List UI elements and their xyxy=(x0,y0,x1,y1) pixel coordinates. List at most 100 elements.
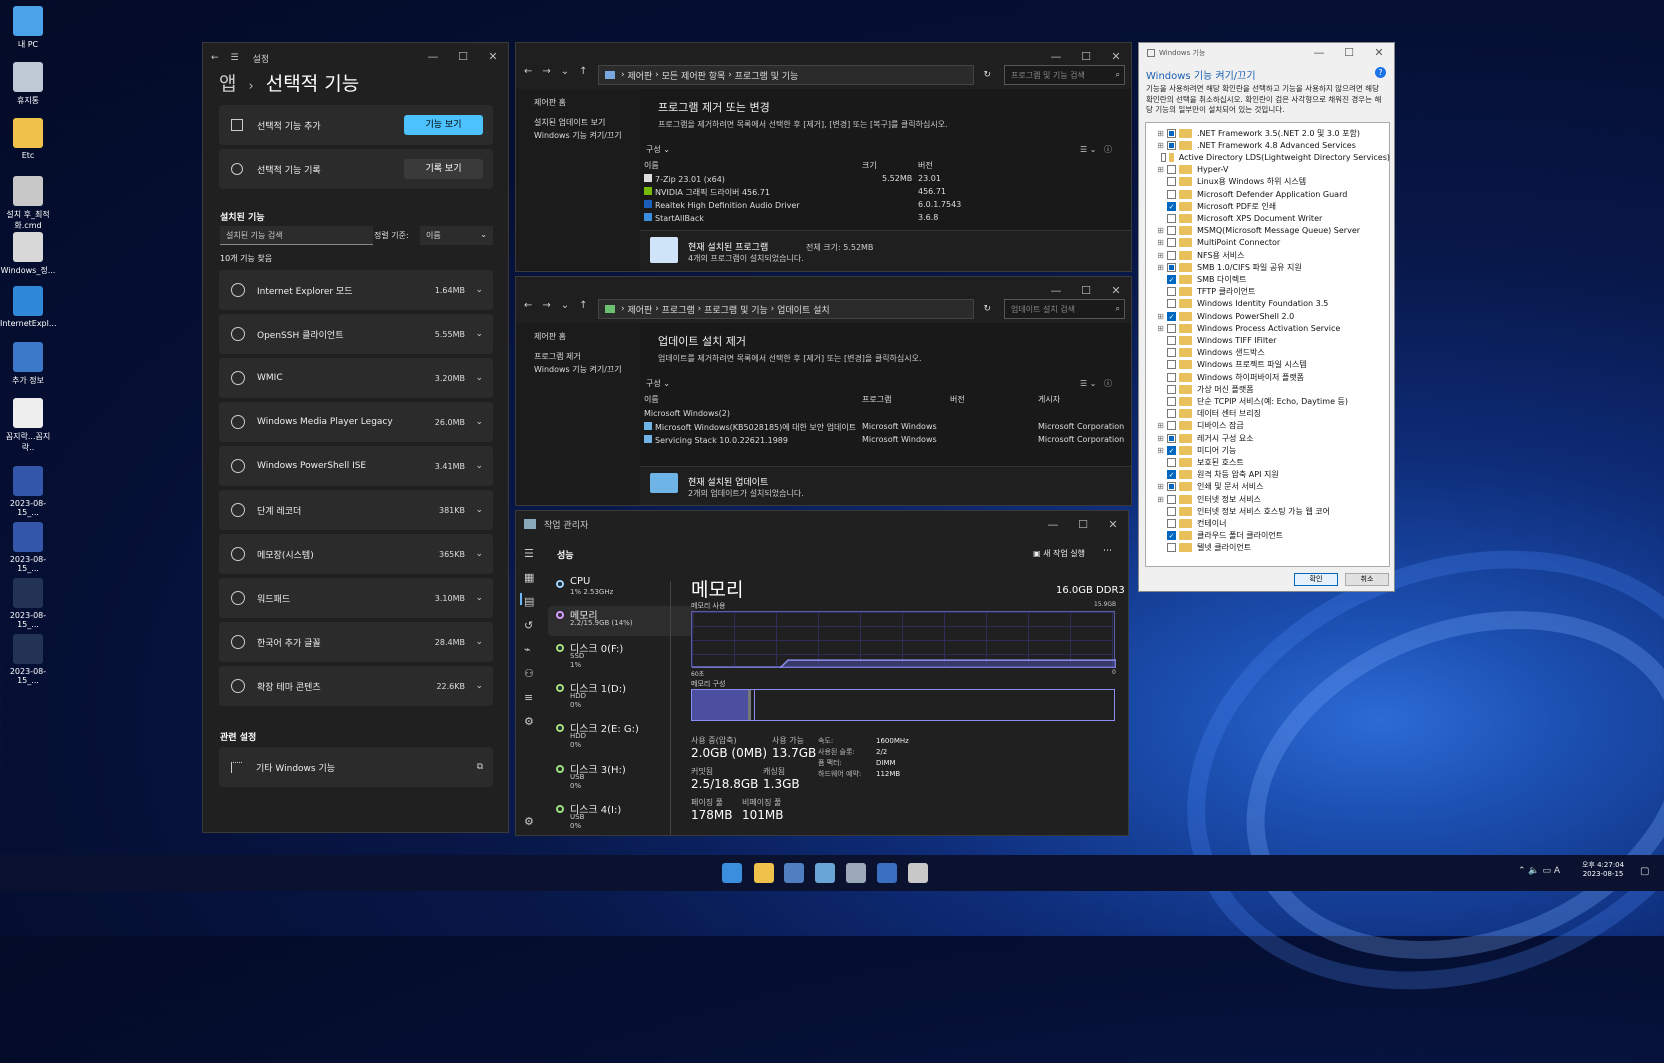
settings-taskbar-icon[interactable] xyxy=(846,863,866,883)
feature-tree-item[interactable]: 컨테이너 xyxy=(1156,517,1390,529)
expand-icon[interactable]: ⊞ xyxy=(1156,324,1165,333)
feature-checkbox[interactable] xyxy=(1167,226,1176,236)
expand-icon[interactable]: ⊞ xyxy=(1156,165,1165,174)
feature-checkbox[interactable] xyxy=(1161,152,1166,162)
view-features-button[interactable]: 기능 보기 xyxy=(404,115,483,135)
organize-menu[interactable]: 구성 ⌄ xyxy=(646,378,670,389)
feature-checkbox[interactable] xyxy=(1167,433,1176,443)
close-button[interactable]: ✕ xyxy=(1098,511,1128,537)
feature-tree-item[interactable]: ⊞ 레거시 구성 요소 xyxy=(1156,432,1390,444)
crumb[interactable]: 프로그램 및 기능 xyxy=(735,69,799,82)
crumb[interactable]: 업데이트 설치 xyxy=(777,303,830,316)
feature-checkbox[interactable]: ✓ xyxy=(1167,445,1176,455)
perf-item[interactable]: CPU 1% 2.53GHz xyxy=(548,575,694,605)
column-size[interactable]: 크기 xyxy=(862,160,877,171)
feature-tree-item[interactable]: 단순 TCPIP 서비스(예: Echo, Daytime 등) xyxy=(1156,395,1390,407)
minimize-button[interactable]: — xyxy=(1038,511,1068,537)
expand-icon[interactable]: ⊞ xyxy=(1156,263,1165,272)
chevron-down-icon[interactable]: ⌄ xyxy=(475,505,483,515)
installed-search-input[interactable]: 설치된 기능 검색 xyxy=(220,226,373,245)
feature-tree-item[interactable]: TFTP 클라이언트 xyxy=(1156,286,1390,298)
feature-checkbox[interactable] xyxy=(1167,396,1176,406)
expand-icon[interactable]: ⊞ xyxy=(1156,434,1165,443)
start-icon[interactable] xyxy=(722,863,742,883)
feature-checkbox[interactable]: ✓ xyxy=(1167,201,1176,211)
expand-icon[interactable]: ⊞ xyxy=(1156,141,1165,150)
feature-checkbox[interactable] xyxy=(1167,348,1176,358)
view-history-button[interactable]: 기록 보기 xyxy=(404,159,483,179)
desktop-icon[interactable]: 2023-08-15_... xyxy=(0,466,56,517)
chevron-down-icon[interactable]: ⌄ xyxy=(475,681,483,691)
sidebar-link-home[interactable]: 제어판 홈 xyxy=(534,97,566,108)
feature-tree-item[interactable]: ⊞ MultiPoint Connector xyxy=(1156,237,1390,249)
feature-checkbox[interactable] xyxy=(1167,494,1176,504)
chevron-down-icon[interactable]: ⌄ xyxy=(475,593,483,603)
feature-checkbox[interactable] xyxy=(1167,299,1176,309)
features-taskbar-icon[interactable] xyxy=(908,863,928,883)
hamburger-icon[interactable]: ☰ xyxy=(524,547,534,560)
file-explorer-icon[interactable] xyxy=(754,863,774,883)
installed-feature-item[interactable]: 한국어 추가 글꼴 28.4MB ⌄ xyxy=(219,622,493,662)
other-windows-features-link[interactable]: 기타 Windows 기능 ⧉ xyxy=(219,747,493,787)
sidebar-link-features[interactable]: Windows 기능 켜기/끄기 xyxy=(534,130,622,141)
installed-feature-item[interactable]: OpenSSH 클라이언트 5.55MB ⌄ xyxy=(219,314,493,354)
feature-checkbox[interactable] xyxy=(1167,165,1176,175)
column-name[interactable]: 이름 xyxy=(644,160,659,171)
feature-checkbox[interactable] xyxy=(1167,213,1176,223)
notification-icon[interactable]: ▢ xyxy=(1640,866,1649,877)
perf-item[interactable]: 디스크 4(I:) USB 0% xyxy=(548,800,694,830)
sort-dropdown[interactable]: 이름 ⌄ xyxy=(420,226,493,245)
breadcrumb-apps[interactable]: 앱 xyxy=(219,73,236,95)
services-icon[interactable]: ⚙ xyxy=(524,715,534,728)
task-manager-taskbar-icon[interactable] xyxy=(877,863,897,883)
feature-tree-item[interactable]: ⊞ Hyper-V xyxy=(1156,164,1390,176)
desktop-icon[interactable]: 꼼지락...꼼지락.. xyxy=(0,398,56,453)
desktop-icon[interactable]: 추가 정보 xyxy=(0,342,56,386)
feature-tree-item[interactable]: ⊞ 인터넷 정보 서비스 xyxy=(1156,493,1390,505)
feature-tree-item[interactable]: ⊞ NFS용 서비스 xyxy=(1156,249,1390,261)
feature-checkbox[interactable] xyxy=(1167,543,1176,553)
feature-checkbox[interactable] xyxy=(1167,457,1176,467)
nav-buttons[interactable]: ←→⌄↑ xyxy=(524,66,598,77)
app-history-icon[interactable]: ↺ xyxy=(524,619,533,632)
expand-icon[interactable]: ⊞ xyxy=(1156,421,1165,430)
feature-checkbox[interactable] xyxy=(1167,262,1176,272)
tray-icons[interactable]: ⌃ 🔈 ▭ A xyxy=(1518,866,1560,876)
feature-checkbox[interactable] xyxy=(1167,250,1176,260)
feature-tree-item[interactable]: ⊞ SMB 1.0/CIFS 파일 공유 지원 xyxy=(1156,261,1390,273)
chevron-down-icon[interactable]: ⌄ xyxy=(475,285,483,295)
desktop-icon[interactable]: InternetExpl... xyxy=(0,286,56,328)
view-options-icon[interactable]: ☰ ⌄ ⓘ xyxy=(1080,144,1112,155)
feature-checkbox[interactable] xyxy=(1167,482,1176,492)
clock[interactable]: 오후 4:27:04 2023-08-15 xyxy=(1582,860,1624,878)
feature-tree-item[interactable]: 데이터 센터 브리징 xyxy=(1156,408,1390,420)
feature-tree-item[interactable]: ⊞ Windows Process Activation Service xyxy=(1156,322,1390,334)
perf-item[interactable]: 디스크 2(E: G:) HDD 0% xyxy=(548,719,694,749)
feature-checkbox[interactable] xyxy=(1167,323,1176,333)
sidebar-link-updates[interactable]: 설치된 업데이트 보기 xyxy=(534,117,605,128)
desktop-icon[interactable]: Etc xyxy=(0,118,56,160)
feature-tree-item[interactable]: Microsoft XPS Document Writer xyxy=(1156,212,1390,224)
installed-feature-item[interactable]: 확장 테마 콘텐츠 22.6KB ⌄ xyxy=(219,666,493,706)
crumb[interactable]: 모든 제어판 항목 xyxy=(662,69,726,82)
control-panel-taskbar-icon[interactable] xyxy=(784,863,804,883)
feature-tree-item[interactable]: 가상 머신 플랫폼 xyxy=(1156,383,1390,395)
startup-icon[interactable]: ⌁ xyxy=(524,643,531,656)
sidebar-link-features[interactable]: Windows 기능 켜기/끄기 xyxy=(534,364,622,375)
chevron-down-icon[interactable]: ⌄ xyxy=(475,549,483,559)
expand-icon[interactable]: ⊞ xyxy=(1156,226,1165,235)
search-input[interactable]: 업데이트 설치 검색 ⌕ xyxy=(1004,299,1125,319)
chevron-down-icon[interactable]: ⌄ xyxy=(475,637,483,647)
feature-tree-item[interactable]: ✓ Microsoft PDF로 인쇄 xyxy=(1156,200,1390,212)
perf-item[interactable]: 디스크 3(H:) USB 0% xyxy=(548,760,694,790)
maximize-button[interactable]: ☐ xyxy=(1068,511,1098,537)
crumb[interactable]: 제어판 xyxy=(627,69,652,82)
feature-checkbox[interactable] xyxy=(1167,518,1176,528)
feature-tree-item[interactable]: ⊞ .NET Framework 4.8 Advanced Services xyxy=(1156,139,1390,151)
feature-checkbox[interactable]: ✓ xyxy=(1167,470,1176,480)
search-input[interactable]: 프로그램 및 기능 검색 ⌕ xyxy=(1004,65,1125,85)
close-button[interactable]: ✕ xyxy=(1364,43,1394,61)
column-version[interactable]: 버전 xyxy=(918,160,933,171)
feature-tree-item[interactable]: ⊞ ✓ 미디어 기능 xyxy=(1156,444,1390,456)
maximize-button[interactable]: ☐ xyxy=(1334,43,1364,61)
